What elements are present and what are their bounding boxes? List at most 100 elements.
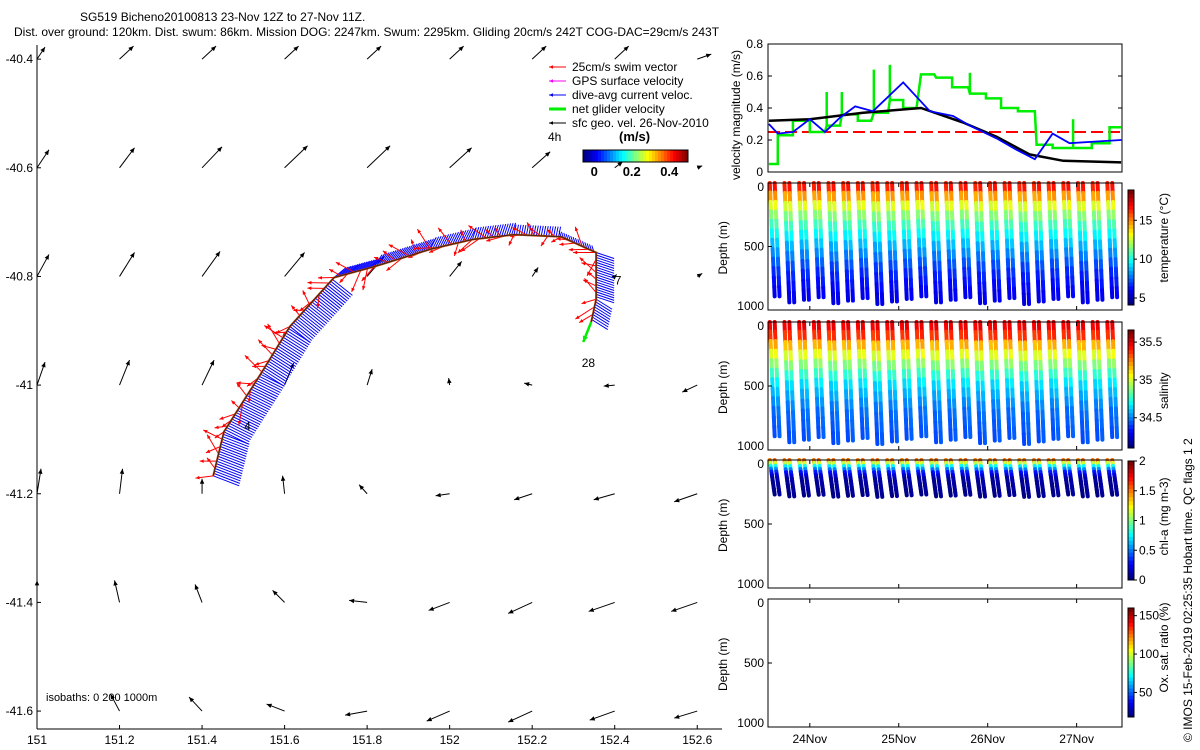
map-y-tick-label: -40.4 (6, 52, 34, 66)
colorbar-cell (583, 150, 587, 162)
colorbar-cell (1128, 633, 1134, 638)
colorbar-cell (1128, 472, 1134, 478)
colorbar-cell (601, 150, 605, 162)
colorbar-cell (589, 150, 593, 162)
colorbar-cell (1128, 655, 1134, 660)
colorbar-cell (1128, 702, 1134, 707)
colorbar-cell (1128, 615, 1134, 620)
colorbar-cell (679, 150, 683, 162)
figure: SG519 Bicheno20100813 23-Nov 12Z to 27-N… (6, 10, 1195, 747)
colorbar-cell (1128, 568, 1134, 573)
colorbar-cell (1128, 608, 1134, 613)
velocity-panel: velocity magnitude (m/s) 0 0.2 0.4 0.6 0.8 (729, 37, 1123, 180)
map-x-tick-label: 152 (440, 733, 460, 747)
colorbar-cell (1128, 404, 1134, 410)
colorbar-cell (658, 150, 662, 162)
colorbar-cell (1128, 349, 1134, 355)
colorbar-label: chl-a (mg m-3) (1157, 477, 1171, 555)
colorbar-cell (1128, 673, 1134, 678)
time-tick-label: 25Nov (881, 732, 916, 746)
map-colorbar-tick-label: 0.2 (623, 164, 641, 179)
depth-tick-label: 0 (757, 596, 764, 610)
colorbar-cell (1128, 270, 1134, 275)
colorbar-cell (1128, 492, 1134, 498)
map-x-tick-label: 151.8 (352, 733, 382, 747)
colorbar-cell (1128, 644, 1134, 649)
colorbar-cell (1128, 622, 1134, 627)
colorbar-cell (1128, 496, 1134, 502)
colorbar-tick-label: 10 (1139, 252, 1153, 266)
colorbar-cell (1128, 293, 1134, 298)
colorbar-cell (628, 150, 632, 162)
glider-speed-series (768, 73, 1122, 166)
colorbar-cell (1128, 205, 1134, 210)
colorbar-cell (1128, 464, 1134, 470)
colorbar-cell (1128, 524, 1134, 529)
colorbar-cell (1128, 333, 1134, 339)
colorbar-cell (673, 150, 677, 162)
colorbar-cell (1128, 540, 1134, 545)
colorbar-cell (1128, 691, 1134, 696)
map-x-tick-label: 152.2 (517, 733, 547, 747)
colorbar-cell (1128, 190, 1134, 195)
depth-tick-label: 1000 (737, 299, 764, 313)
depth-axis-label: Depth (m) (716, 638, 730, 691)
depth-axis-label: Depth (m) (716, 361, 730, 414)
colorbar-cell (1128, 476, 1134, 482)
colorbar-cell (1128, 651, 1134, 656)
colorbar-cell (1128, 500, 1134, 506)
time-tick-label: 24Nov (792, 732, 827, 746)
legend-label: 25cm/s swim vector (572, 60, 677, 74)
map-background (37, 45, 722, 729)
colorbar-cell (1128, 193, 1134, 199)
colorbar-cell (1128, 516, 1134, 521)
colorbar-cell (1128, 369, 1134, 374)
depth-tick-label: 1000 (737, 439, 764, 453)
colorbar-cell (1128, 341, 1134, 347)
colorbar-cell (1128, 440, 1134, 445)
time-tick-label: 27Nov (1059, 732, 1094, 746)
colorbar-cell (1128, 408, 1134, 414)
colorbar-cell (1128, 564, 1134, 569)
colorbar-cell (1128, 400, 1134, 406)
colorbar-cell (661, 150, 665, 162)
colorbar-cell (1128, 228, 1134, 233)
colorbar-cell (1128, 381, 1134, 386)
map-x-tick-label: 151.4 (187, 733, 217, 747)
velocity-y-tick-label: 0.8 (746, 37, 763, 51)
colorbar-cell (1128, 572, 1134, 577)
depth-tick-label: 500 (744, 379, 764, 393)
colorbar-cell (592, 150, 596, 162)
colorbar-cell (1128, 396, 1134, 402)
colorbar-cell (610, 150, 614, 162)
depth-tick-label: 0 (757, 457, 764, 471)
colorbar-tick-label: 35.5 (1139, 335, 1163, 349)
colorbar-cell (1128, 424, 1134, 429)
colorbar-tick-label: 35 (1139, 373, 1153, 387)
colorbar-cell (1128, 536, 1134, 541)
colorbar-cell (1128, 201, 1134, 206)
colorbar-cell (625, 150, 629, 162)
map-y-tick-label: -41.4 (6, 595, 34, 609)
colorbar-cell (1128, 216, 1134, 222)
colorbar-cell (1128, 556, 1134, 561)
legend-label: dive-avg current veloc. (572, 88, 693, 102)
depth-axis-label: Depth (m) (716, 221, 730, 274)
section-panel-chl-a: 0 500 1000 Depth (m) 0 0.5 1 1.5 2 chl-a (mg m-3) (716, 454, 1171, 591)
colorbar-cell (1128, 262, 1134, 268)
map-x-tick-label: 151.2 (105, 733, 135, 747)
track-time-label: 28 (582, 356, 596, 370)
map-y-tick-label: -41.6 (6, 704, 34, 718)
depth-tick-label: 1000 (737, 577, 764, 591)
colorbar-cell (1128, 389, 1134, 394)
velocity-y-tick-label: 0.4 (746, 101, 763, 115)
colorbar-tick-label: 1 (1139, 514, 1146, 528)
colorbar-cell (1128, 647, 1134, 653)
colorbar-cell (1128, 420, 1134, 425)
legend-interval-label: 4h (548, 130, 561, 144)
colorbar-tick-label: 50 (1139, 685, 1153, 699)
colorbar-label: salinity (1157, 372, 1171, 409)
colorbar-cell (1128, 247, 1134, 252)
colorbar-cell (652, 150, 656, 162)
colorbar-cell (1128, 640, 1134, 645)
